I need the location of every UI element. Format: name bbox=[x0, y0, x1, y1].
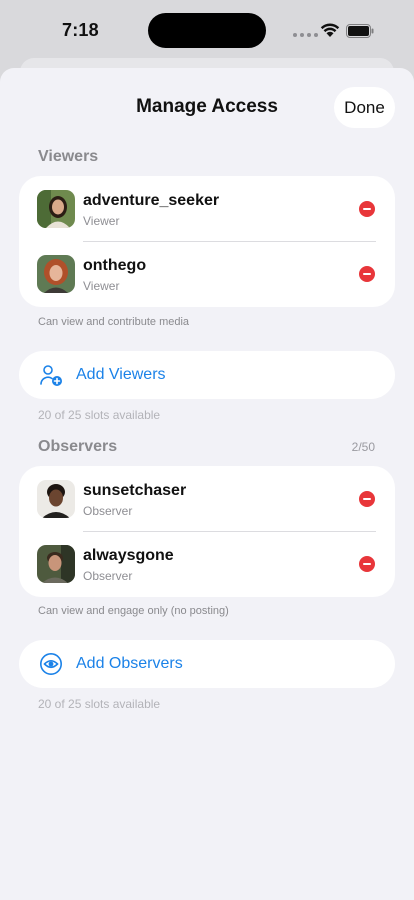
signal-icon bbox=[293, 33, 318, 37]
observers-list: sunsetchaser Observer alwaysgone Observe… bbox=[19, 466, 395, 597]
avatar bbox=[37, 190, 75, 228]
username: sunsetchaser bbox=[83, 482, 187, 499]
add-observers-button[interactable]: Add Observers bbox=[19, 640, 395, 688]
status-time: 7:18 bbox=[62, 20, 99, 40]
add-person-icon bbox=[40, 365, 62, 386]
username: adventure_seeker bbox=[83, 192, 220, 209]
eye-icon bbox=[40, 653, 62, 675]
remove-observer-button[interactable] bbox=[359, 556, 375, 572]
viewer-row-onthego[interactable]: onthego Viewer bbox=[19, 241, 395, 307]
username: onthego bbox=[83, 257, 147, 274]
status-bar: 7:18 bbox=[0, 0, 414, 60]
viewers-list: adventure_seeker Viewer onthego Viewer bbox=[19, 176, 395, 307]
battery-icon bbox=[346, 24, 374, 38]
avatar bbox=[37, 255, 75, 293]
role-label: Viewer bbox=[83, 214, 120, 228]
add-viewers-label: Add Viewers bbox=[76, 366, 166, 383]
dynamic-island bbox=[148, 13, 266, 48]
avatar bbox=[37, 480, 75, 518]
role-label: Observer bbox=[83, 569, 133, 583]
manage-access-sheet: Manage Access Done Viewers adventure_see… bbox=[0, 68, 414, 900]
viewer-slots-available: 20 of 25 slots available bbox=[38, 408, 161, 422]
observers-section-header: Observers bbox=[38, 438, 118, 455]
observers-description: Can view and engage only (no posting) bbox=[38, 605, 229, 617]
remove-viewer-button[interactable] bbox=[359, 201, 375, 217]
observer-row-sunsetchaser[interactable]: sunsetchaser Observer bbox=[19, 466, 395, 532]
observer-slots-available: 20 of 25 slots available bbox=[38, 697, 161, 711]
viewer-row-adventure-seeker[interactable]: adventure_seeker Viewer bbox=[19, 176, 395, 242]
add-viewers-button[interactable]: Add Viewers bbox=[19, 351, 395, 399]
avatar bbox=[37, 545, 75, 583]
role-label: Observer bbox=[83, 504, 133, 518]
viewers-section-header: Viewers bbox=[38, 148, 99, 165]
remove-observer-button[interactable] bbox=[359, 491, 375, 507]
username: alwaysgone bbox=[83, 547, 174, 564]
add-observers-label: Add Observers bbox=[76, 655, 183, 672]
viewers-description: Can view and contribute media bbox=[38, 316, 190, 328]
observers-count: 2/50 bbox=[351, 440, 375, 454]
done-button[interactable]: Done bbox=[334, 87, 395, 128]
wifi-icon bbox=[320, 23, 340, 37]
role-label: Viewer bbox=[83, 279, 120, 293]
remove-viewer-button[interactable] bbox=[359, 266, 375, 282]
observer-row-alwaysgone[interactable]: alwaysgone Observer bbox=[19, 531, 395, 597]
